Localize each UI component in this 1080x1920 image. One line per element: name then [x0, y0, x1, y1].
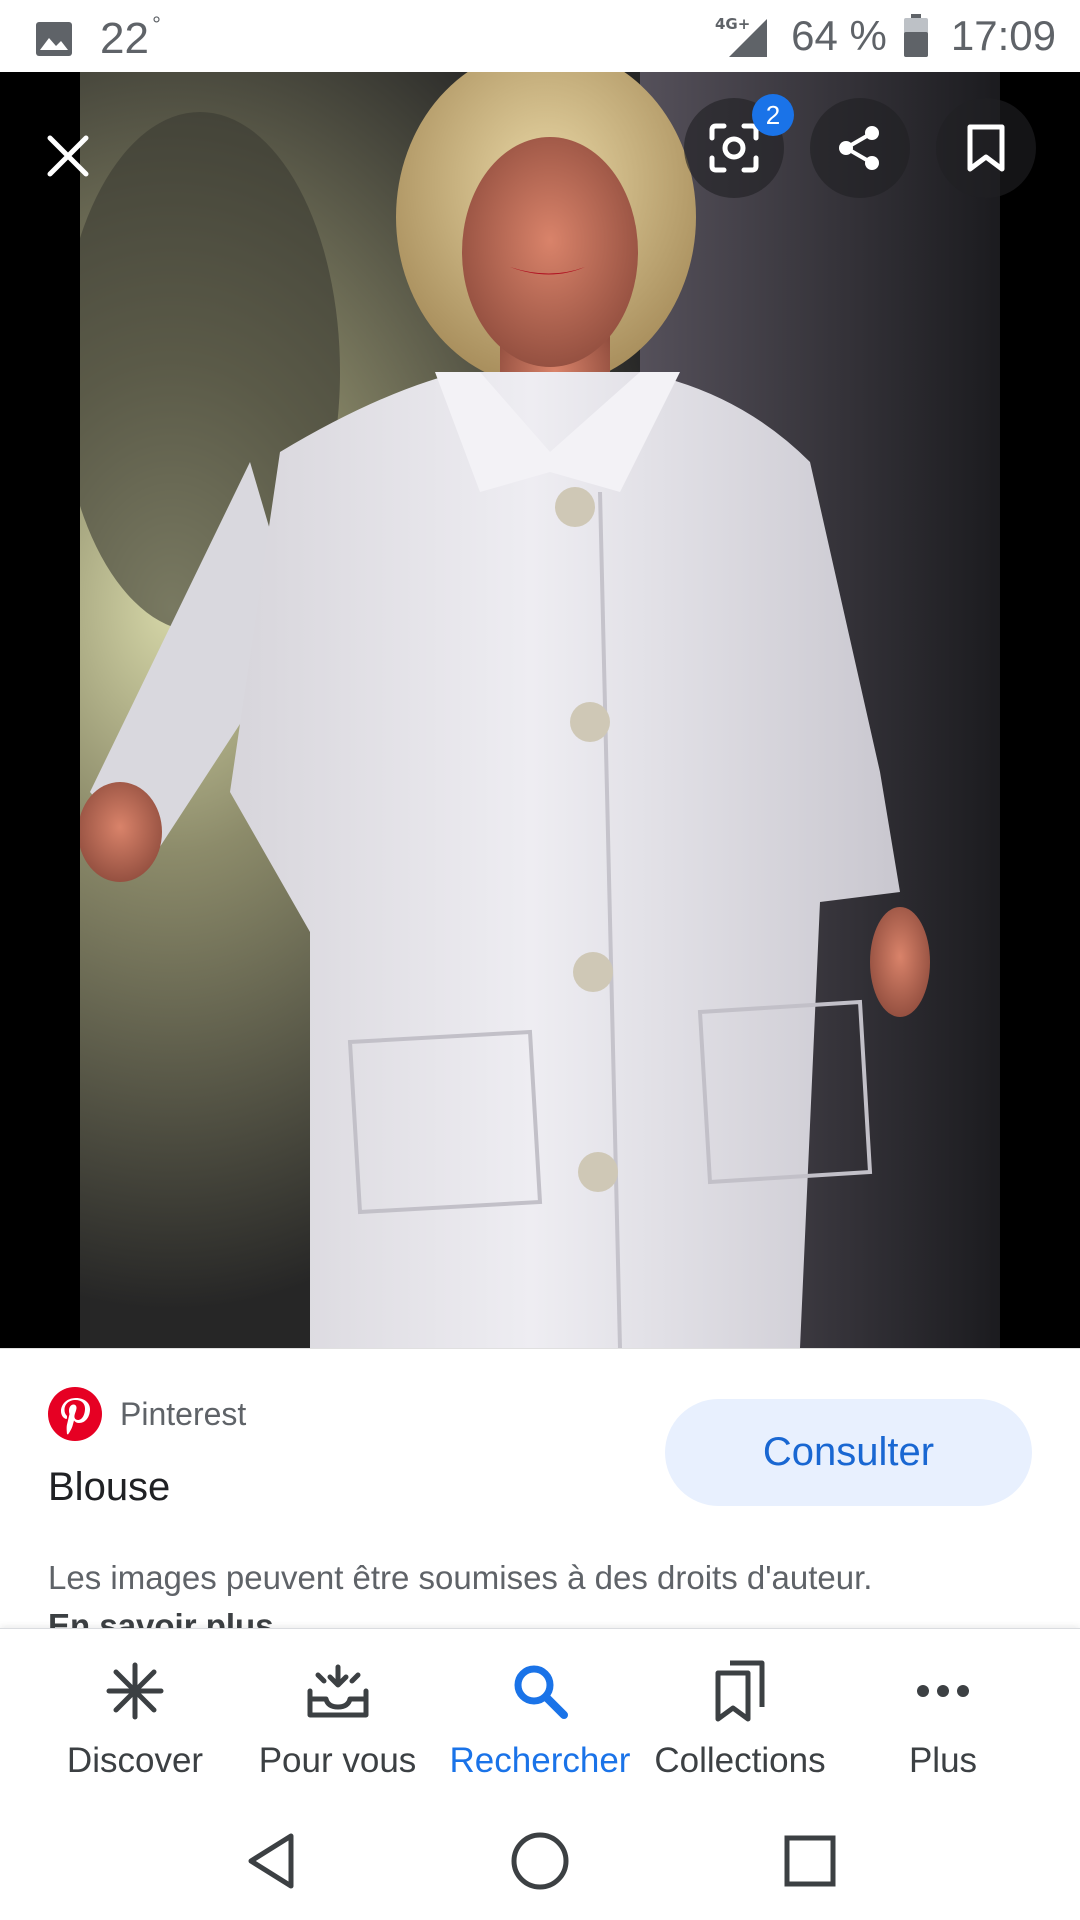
lens-icon [709, 123, 759, 173]
more-icon [911, 1659, 975, 1723]
nav-pour-vous-label: Pour vous [258, 1741, 417, 1780]
clock: 17:09 [950, 12, 1056, 59]
copyright-notice: Les images peuvent être soumises à des d… [48, 1559, 873, 1596]
bottom-navigation: Discover Pour vous Rechercher Collection… [0, 1628, 1080, 1798]
source-name[interactable]: Pinterest [120, 1396, 246, 1433]
asterisk-icon [103, 1659, 167, 1723]
battery-percent: 64 % [791, 12, 887, 59]
back-button[interactable] [236, 1826, 306, 1896]
result-info-panel: Pinterest Blouse Consulter Les images pe… [0, 1348, 1080, 1628]
nav-collections-label: Collections [654, 1741, 826, 1780]
close-icon [47, 135, 89, 177]
temperature: 22 ° [100, 12, 161, 63]
recents-square-icon [784, 1835, 836, 1887]
nav-discover-label: Discover [66, 1741, 204, 1780]
result-title[interactable]: Blouse [48, 1465, 170, 1510]
home-button[interactable] [505, 1826, 575, 1896]
search-icon [508, 1659, 572, 1723]
result-image[interactable] [80, 72, 1000, 1348]
status-bar: 22 ° 4G+ 64 % 17:09 [0, 0, 1080, 72]
system-navigation-bar [0, 1798, 1080, 1920]
gallery-icon [36, 22, 72, 56]
status-right: 4G+ 64 % 17:09 [715, 12, 1056, 60]
degree-symbol: ° [152, 12, 161, 37]
close-button[interactable] [18, 106, 118, 206]
home-circle-icon [511, 1832, 569, 1890]
recents-button[interactable] [775, 1826, 845, 1896]
inbox-icon [306, 1659, 370, 1723]
nav-plus[interactable]: Plus [858, 1629, 1028, 1799]
save-button[interactable] [936, 98, 1036, 198]
pinterest-logo-icon [48, 1387, 102, 1441]
status-left: 22 ° [34, 12, 161, 64]
bookmark-icon [967, 124, 1005, 172]
nav-rechercher-label: Rechercher [449, 1741, 631, 1780]
image-viewer[interactable]: 2 [0, 72, 1080, 1348]
back-triangle-icon [248, 1833, 294, 1889]
network-type: 4G+ [715, 15, 750, 33]
share-button[interactable] [810, 98, 910, 198]
source[interactable]: Pinterest [48, 1387, 246, 1441]
lens-badge: 2 [752, 94, 794, 136]
nav-plus-label: Plus [908, 1741, 978, 1780]
battery-icon [903, 14, 928, 57]
nav-discover[interactable]: Discover [40, 1629, 230, 1799]
visit-button[interactable]: Consulter [665, 1399, 1032, 1506]
share-icon [839, 126, 879, 170]
nav-rechercher[interactable]: Rechercher [440, 1629, 640, 1799]
nav-pour-vous[interactable]: Pour vous [240, 1629, 435, 1799]
learn-more-link[interactable]: En savoir plus [48, 1607, 274, 1628]
nav-collections[interactable]: Collections [640, 1629, 840, 1799]
signal-4g-icon: 4G+ [715, 15, 768, 57]
collections-icon [708, 1659, 772, 1723]
